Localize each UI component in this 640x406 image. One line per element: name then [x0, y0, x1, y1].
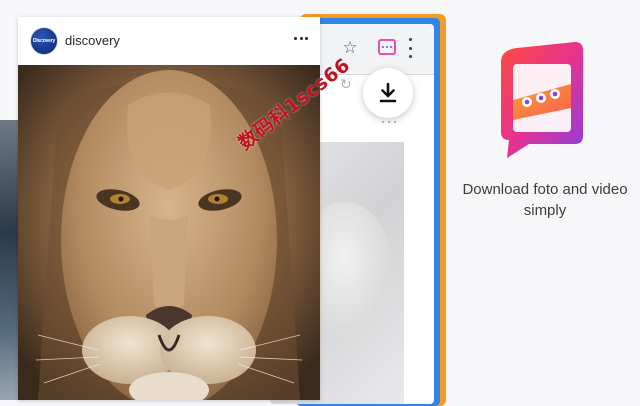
extension-icon[interactable]	[378, 39, 396, 55]
browser-mockup: ☆ ↻ Discovery discovery 数码科1scs66	[0, 0, 450, 406]
more-horizontal-icon[interactable]	[294, 37, 308, 41]
kebab-menu-icon[interactable]	[406, 38, 414, 58]
drag-handle-icon[interactable]	[382, 121, 396, 125]
post-username[interactable]: discovery	[65, 33, 120, 48]
blurred-background	[0, 120, 18, 400]
avatar-label: Discovery	[32, 38, 56, 44]
download-button[interactable]	[363, 68, 413, 118]
post-card: Discovery discovery	[18, 17, 320, 400]
avatar[interactable]: Discovery	[30, 27, 58, 55]
promo-tagline: Download foto and video simply	[462, 181, 628, 219]
download-icon	[379, 82, 397, 103]
app-logo-icon	[497, 40, 593, 160]
star-icon[interactable]: ☆	[340, 38, 360, 58]
post-header: Discovery discovery	[18, 17, 320, 65]
